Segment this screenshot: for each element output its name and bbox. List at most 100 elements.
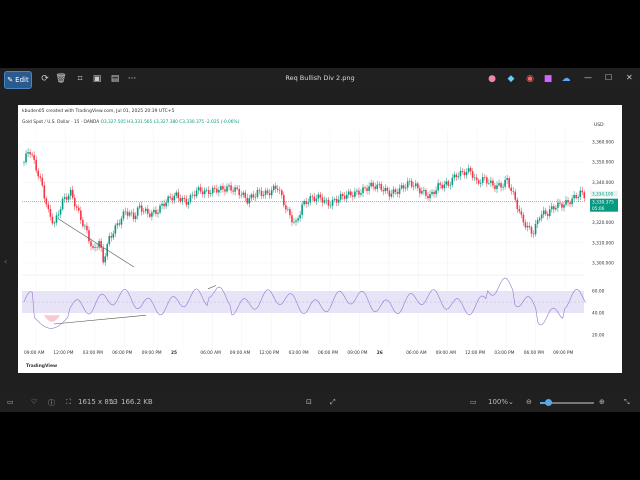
fit-window-icon[interactable]: ▭ — [470, 398, 477, 406]
zoom-slider-thumb[interactable] — [545, 399, 552, 406]
candle-body — [260, 190, 263, 196]
clipchamp-icon: ◉ — [526, 74, 534, 84]
candle-body — [423, 190, 425, 192]
candle-body — [339, 194, 342, 200]
photos-button[interactable]: ■ — [542, 71, 554, 87]
candle-body — [187, 201, 190, 205]
candle-body — [132, 212, 135, 220]
candle-body — [498, 183, 500, 186]
countdown-tag: 05:06 — [592, 206, 605, 212]
candle-body — [526, 225, 529, 228]
candle-body — [421, 191, 423, 194]
candle-body — [362, 187, 364, 194]
candle-body — [262, 194, 265, 196]
candle-body — [110, 236, 113, 238]
candle-body — [278, 189, 281, 191]
rsi-axis-label: 60.00 — [592, 289, 605, 295]
close-button[interactable]: ✕ — [626, 73, 633, 82]
candle-body — [252, 194, 255, 198]
candle-body — [47, 204, 50, 210]
candle-body — [546, 213, 549, 216]
expand-icon[interactable]: ⤡ — [624, 398, 630, 407]
candle-body — [386, 187, 389, 191]
candle-body — [276, 188, 279, 190]
time-axis-label: 09:00 AM — [230, 350, 251, 356]
candle-body — [350, 191, 352, 196]
candle-body — [197, 187, 200, 191]
time-axis-label: 26 — [377, 350, 383, 356]
maximize-button[interactable]: ☐ — [605, 73, 612, 82]
candle-body — [130, 212, 133, 214]
candle-body — [551, 206, 553, 210]
candle-body — [191, 194, 194, 196]
zoom-level[interactable]: 100% — [488, 398, 508, 406]
fit-screen-icon[interactable]: ⊡ — [306, 398, 312, 406]
favorite-icon[interactable]: ♡ — [31, 398, 37, 406]
time-axis-label: 12:00 PM — [53, 350, 73, 356]
candle-body — [175, 192, 178, 196]
paint-button[interactable]: ◆ — [505, 71, 517, 87]
rsi-trendline-mark — [207, 285, 217, 290]
candle-body — [149, 213, 151, 217]
candle-body — [567, 200, 569, 203]
candle-body — [313, 196, 316, 202]
zoom-in-icon[interactable]: ⊕ — [599, 398, 605, 406]
rsi-axis-label: 20.00 — [592, 333, 605, 339]
candle-body — [467, 168, 470, 173]
price-axis-label: 3,320.000 — [592, 220, 614, 226]
candle-body — [577, 197, 579, 199]
candle-body — [75, 206, 78, 208]
candle-body — [441, 184, 443, 189]
candle-body — [327, 199, 330, 206]
candle-body — [559, 202, 561, 204]
filmstrip-icon[interactable]: ▭ — [7, 398, 14, 406]
candle-body — [63, 197, 66, 199]
candle-body — [463, 171, 466, 176]
candle-body — [518, 209, 521, 212]
clipchamp-button[interactable]: ◉ — [524, 71, 536, 87]
time-axis-label: 06:00 AM — [200, 350, 221, 356]
minimize-button[interactable]: — — [584, 73, 592, 82]
candle-body — [354, 191, 356, 197]
candle-body — [581, 190, 584, 193]
fullscreen-icon[interactable]: ⤢ — [330, 398, 336, 407]
candle-body — [226, 186, 228, 192]
onedrive-button[interactable]: ☁ — [560, 71, 572, 87]
candle-body — [84, 225, 86, 227]
candle-body — [29, 152, 31, 155]
candle-body — [406, 181, 409, 188]
candle-body — [392, 189, 395, 194]
candle-body — [453, 174, 456, 178]
price-axis-unit: USD — [594, 122, 604, 128]
candle-body — [516, 199, 519, 210]
candle-body — [473, 177, 476, 179]
candle-body — [522, 214, 525, 223]
displayed-image: kbuden05 created with TradingView.com, J… — [18, 105, 622, 373]
zoom-dropdown-icon[interactable]: ⌄ — [508, 398, 514, 406]
candle-body — [457, 176, 460, 178]
time-axis-label: 09:00 PM — [142, 350, 162, 356]
candle-body — [242, 192, 245, 195]
previous-image-icon[interactable]: ‹ — [4, 257, 7, 266]
candle-body — [37, 170, 40, 177]
candle-body — [368, 186, 370, 191]
candle-body — [114, 225, 117, 234]
zoom-slider-track[interactable] — [540, 399, 594, 406]
color-app-button[interactable]: ● — [486, 71, 498, 87]
candle-body — [281, 190, 283, 196]
candle-body — [402, 185, 405, 189]
info-panel-icon[interactable]: ⓘ — [48, 398, 55, 408]
candle-body — [71, 189, 74, 198]
candle-body — [384, 187, 387, 192]
candle-body — [508, 178, 510, 188]
candle-body — [189, 195, 192, 202]
color-app-icon: ● — [488, 74, 496, 84]
price-axis-label: 3,310.000 — [592, 240, 614, 246]
candle-body — [557, 202, 559, 208]
tradingview-chart: USD3,360.0003,350.0003,340.0003,330.0003… — [22, 122, 618, 369]
zoom-out-icon[interactable]: ⊖ — [526, 398, 532, 406]
candle-body — [78, 207, 80, 211]
candle-body — [333, 198, 336, 200]
candle-body — [419, 188, 421, 194]
candle-body — [358, 190, 360, 195]
